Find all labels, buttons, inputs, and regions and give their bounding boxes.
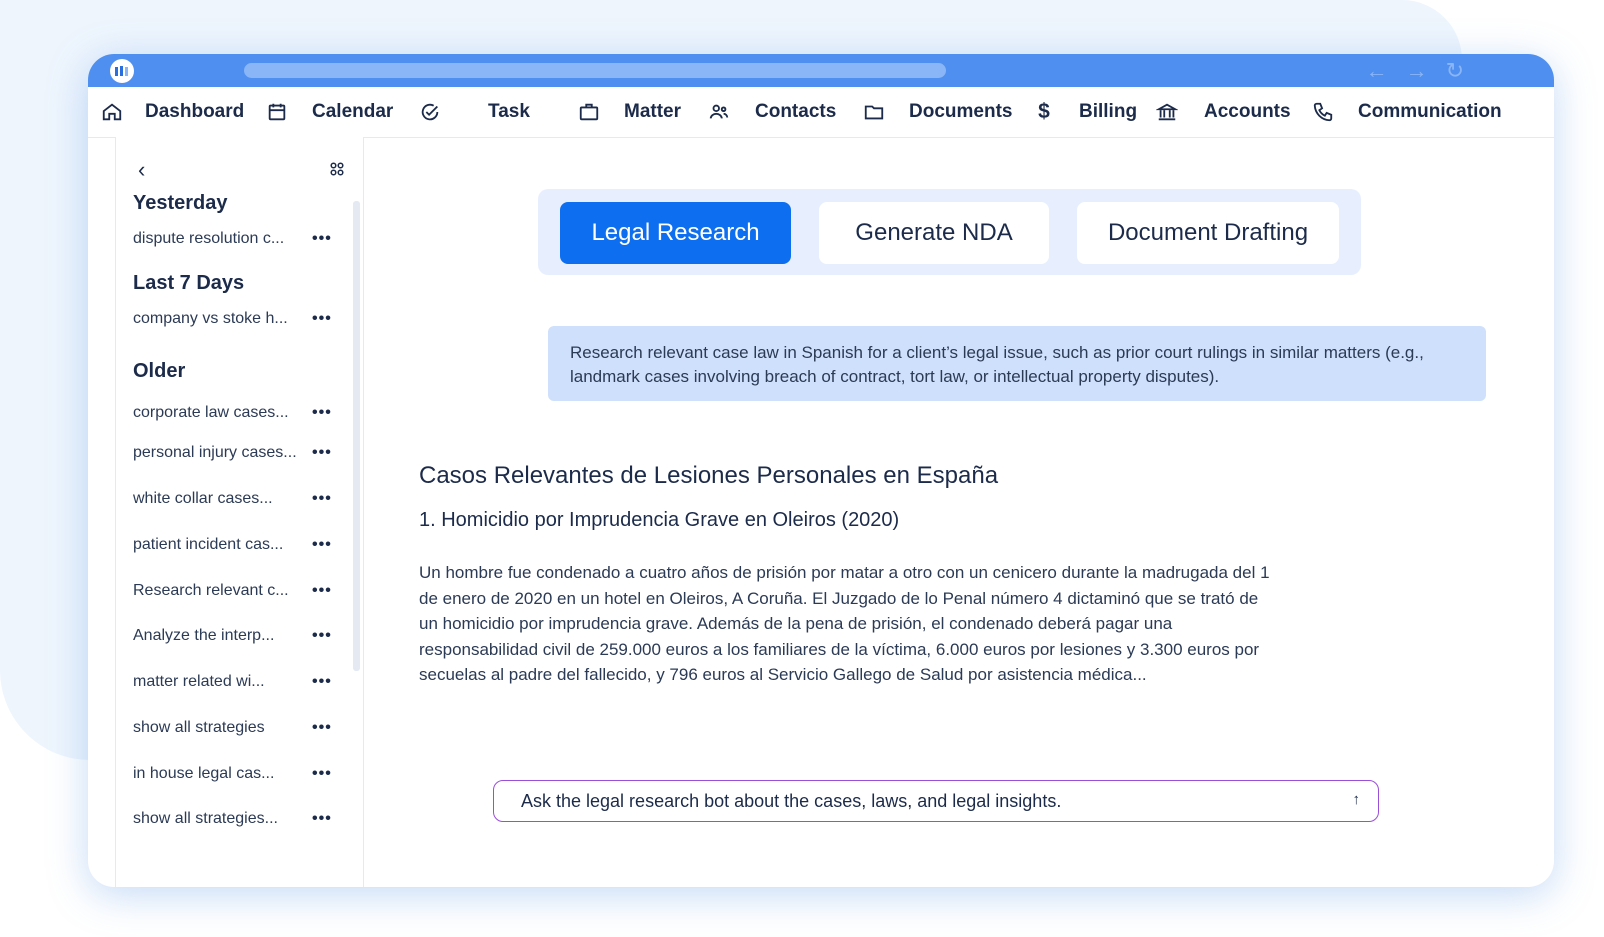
back-arrow-icon[interactable]: ← bbox=[1366, 60, 1388, 82]
nav-label: Accounts bbox=[1204, 101, 1291, 122]
history-item[interactable]: personal injury cases... bbox=[133, 444, 297, 462]
nav-label: Matter bbox=[624, 101, 682, 122]
nav-contacts[interactable]: Contacts bbox=[708, 87, 836, 137]
contacts-icon bbox=[709, 104, 729, 119]
nav-label: Task bbox=[488, 101, 530, 122]
more-icon[interactable]: ••• bbox=[312, 444, 332, 462]
chevron-left-icon[interactable]: ‹ bbox=[138, 157, 145, 183]
nav-label: Billing bbox=[1079, 101, 1138, 122]
more-icon[interactable]: ••• bbox=[312, 490, 332, 508]
grid-icon[interactable] bbox=[330, 162, 344, 181]
forward-arrow-icon[interactable]: → bbox=[1406, 60, 1428, 82]
app-window: ← → ↻ Dashboard Calendar Task Matter Con… bbox=[88, 54, 1554, 887]
more-icon[interactable]: ••• bbox=[312, 536, 332, 554]
more-icon[interactable]: ••• bbox=[312, 404, 332, 422]
title-bar: ← → ↻ bbox=[88, 54, 1554, 87]
user-prompt-text: Research relevant case law in Spanish fo… bbox=[570, 343, 1424, 386]
nav-label: Communication bbox=[1358, 101, 1502, 122]
history-item[interactable]: Analyze the interp... bbox=[133, 627, 274, 645]
result-title: Casos Relevantes de Lesiones Personales … bbox=[419, 462, 999, 489]
nav-label: Dashboard bbox=[145, 101, 245, 122]
section-heading: Last 7 Days bbox=[133, 272, 245, 294]
history-item[interactable]: corporate law cases... bbox=[133, 404, 289, 422]
ask-input[interactable]: Ask the legal research bot about the cas… bbox=[493, 780, 1379, 822]
nav-communication[interactable]: Communication bbox=[1312, 87, 1502, 137]
address-bar[interactable] bbox=[244, 63, 946, 78]
nav-accounts[interactable]: Accounts bbox=[1156, 87, 1291, 137]
history-item[interactable]: show all strategies bbox=[133, 719, 265, 737]
history-item[interactable]: Research relevant c... bbox=[133, 582, 289, 600]
home-icon bbox=[102, 103, 122, 121]
briefcase-icon bbox=[579, 103, 599, 121]
nav-task[interactable]: Task bbox=[419, 87, 530, 137]
dollar-icon: $ bbox=[1038, 100, 1050, 123]
result-body: Un hombre fue condenado a cuatro años de… bbox=[419, 563, 1270, 684]
calendar-icon bbox=[268, 103, 286, 121]
history-item[interactable]: white collar cases... bbox=[133, 490, 273, 508]
section-heading: Older bbox=[133, 360, 186, 382]
task-check-icon bbox=[421, 103, 439, 121]
more-icon[interactable]: ••• bbox=[312, 719, 332, 737]
tab-document-drafting[interactable]: Document Drafting bbox=[1077, 202, 1339, 264]
tab-generate-nda[interactable]: Generate NDA bbox=[819, 202, 1049, 264]
nav-dashboard[interactable]: Dashboard bbox=[101, 87, 244, 137]
more-icon[interactable]: ••• bbox=[312, 627, 332, 645]
nav-matter[interactable]: Matter bbox=[578, 87, 681, 137]
more-icon[interactable]: ••• bbox=[312, 810, 332, 828]
nav-label: Contacts bbox=[755, 101, 837, 122]
more-icon[interactable]: ••• bbox=[312, 673, 332, 691]
more-icon[interactable]: ••• bbox=[312, 582, 332, 600]
history-item[interactable]: show all strategies... bbox=[133, 810, 278, 828]
nav-calendar[interactable]: Calendar bbox=[266, 87, 393, 137]
nav-label: Documents bbox=[909, 101, 1013, 122]
send-arrow-icon[interactable]: ↑ bbox=[1353, 791, 1361, 808]
nav-documents[interactable]: Documents bbox=[863, 87, 1012, 137]
more-icon[interactable]: ••• bbox=[312, 765, 332, 783]
more-icon[interactable]: ••• bbox=[312, 310, 332, 328]
sidebar-scrollbar[interactable] bbox=[353, 201, 360, 671]
history-item[interactable]: in house legal cas... bbox=[133, 765, 274, 783]
more-icon[interactable]: ••• bbox=[312, 230, 332, 248]
section-heading: Yesterday bbox=[133, 192, 228, 214]
history-item[interactable]: company vs stoke h... bbox=[133, 310, 288, 328]
ask-placeholder: Ask the legal research bot about the cas… bbox=[521, 791, 1062, 811]
app-logo bbox=[110, 59, 134, 83]
nav-label: Calendar bbox=[312, 101, 394, 122]
mode-tabs: Legal Research Generate NDA Document Dra… bbox=[538, 189, 1361, 275]
result-subtitle: 1. Homicidio por Imprudencia Grave en Ol… bbox=[419, 509, 900, 531]
folder-icon bbox=[864, 105, 884, 120]
user-prompt-bubble: Research relevant case law in Spanish fo… bbox=[548, 326, 1486, 401]
history-sidebar: ‹ Yesterday dispute resolution c... ••• … bbox=[115, 137, 364, 887]
history-item[interactable]: dispute resolution c... bbox=[133, 230, 284, 248]
phone-icon bbox=[1313, 102, 1333, 122]
logo-icon bbox=[115, 66, 128, 76]
history-item[interactable]: matter related wi... bbox=[133, 673, 265, 691]
reload-icon[interactable]: ↻ bbox=[1446, 60, 1464, 82]
bank-icon bbox=[1156, 103, 1178, 121]
nav-billing[interactable]: $ Billing bbox=[1033, 87, 1137, 137]
history-item[interactable]: patient incident cas... bbox=[133, 536, 283, 554]
main-nav: Dashboard Calendar Task Matter Contacts … bbox=[88, 87, 1554, 138]
tab-legal-research[interactable]: Legal Research bbox=[560, 202, 791, 264]
